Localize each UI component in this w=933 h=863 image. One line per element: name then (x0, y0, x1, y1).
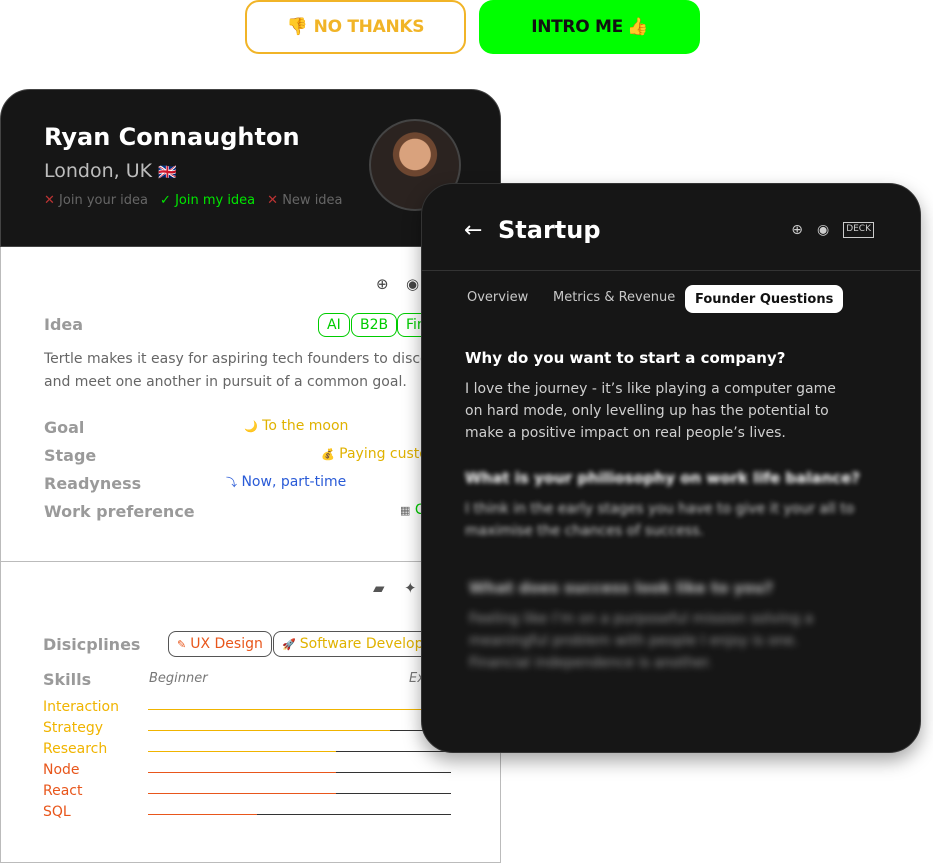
answer-2: I think in the early stages you have to … (465, 501, 855, 539)
no-thanks-button[interactable]: 👎 NO THANKS (245, 0, 466, 54)
discipline-ux-design: ✎ UX Design (168, 631, 272, 657)
no-thanks-label: NO THANKS (313, 17, 425, 37)
rocket-icon: 🚀 (282, 637, 296, 651)
intro-me-label: INTRO ME (531, 17, 623, 37)
cross-icon: ✕ (44, 193, 55, 208)
back-arrow-icon[interactable]: ← (464, 218, 482, 243)
startup-title: Startup (498, 216, 601, 244)
thumbs-up-icon: 👍 (626, 17, 648, 37)
idea-intent-tags: ✕ Join your idea ✓ Join my idea ✕ New id… (44, 193, 343, 208)
answer-3: Feeling like I’m on a purposeful mission… (469, 611, 814, 671)
twitter-icon[interactable]: ✦ (404, 579, 417, 597)
tag-new-idea: ✕ New idea (267, 193, 343, 208)
work-preference-label: Work preference (44, 502, 195, 521)
skill-level-fill (148, 793, 336, 794)
tag-join-my-idea: ✓ Join my idea (160, 193, 256, 208)
idea-description: Tertle makes it easy for aspiring tech f… (44, 351, 437, 390)
tab-founder-questions[interactable]: Founder Questions (685, 285, 844, 313)
tab-metrics-revenue[interactable]: Metrics & Revenue (553, 290, 675, 305)
skill-level-fill (148, 772, 336, 773)
stage-label: Stage (44, 446, 97, 465)
skill-bar-sql (148, 814, 451, 815)
intro-me-button[interactable]: INTRO ME 👍 (479, 0, 700, 54)
disciplines-label: Disicplines (43, 635, 141, 654)
profile-location: London, UK 🇬🇧 (44, 160, 177, 182)
uk-flag-icon: 🇬🇧 (158, 163, 177, 181)
github-icon[interactable]: ◉ (406, 275, 419, 293)
check-icon: ✓ (160, 193, 171, 208)
briefcase-icon[interactable]: ▰ (373, 579, 385, 597)
skill-name-strategy: Strategy (43, 720, 103, 736)
skill-name-react: React (43, 783, 83, 799)
readyness-label: Readyness (44, 474, 142, 493)
idea-tag-ai: AI (318, 313, 350, 337)
cross-icon: ✕ (267, 193, 279, 208)
github-icon[interactable]: ◉ (817, 222, 829, 238)
question-3: What does success look like to you? (469, 579, 774, 597)
tab-overview[interactable]: Overview (467, 290, 528, 305)
skill-name-node: Node (43, 762, 80, 778)
skill-bar-node (148, 772, 451, 773)
pencil-icon: ✎ (177, 637, 187, 651)
profile-name: Ryan Connaughton (44, 123, 300, 151)
skill-level-fill (148, 814, 258, 815)
skills-scale-min: Beginner (149, 671, 208, 686)
skill-level-fill (148, 709, 421, 710)
tag-join-your-idea: ✕ Join your idea (44, 193, 149, 208)
idea-label: Idea (44, 315, 84, 334)
skill-level-fill (148, 730, 391, 731)
question-1: Why do you want to start a company? (465, 349, 786, 367)
moon-icon: 🌙 (244, 420, 258, 433)
skill-name-research: Research (43, 741, 108, 757)
money-bag-icon: 💰 (321, 448, 335, 461)
startup-links: ⊕ ◉ DECK (791, 222, 874, 238)
deck-icon[interactable]: DECK (843, 222, 874, 238)
thumbs-down-icon: 👎 (286, 17, 308, 37)
startup-panel: ← Startup ⊕ ◉ DECK Overview Metrics & Re… (421, 183, 921, 753)
header-divider (422, 270, 920, 271)
globe-icon[interactable]: ⊕ (376, 275, 389, 293)
globe-icon[interactable]: ⊕ (791, 222, 803, 238)
question-2: What is your philiosophy on work life ba… (465, 469, 860, 487)
office-icon: ▦ (400, 504, 411, 517)
location-text: London, UK (44, 160, 153, 182)
goal-value: 🌙 To the moon (244, 418, 349, 434)
skill-level-fill (148, 751, 336, 752)
skill-bar-strategy (148, 730, 451, 731)
skill-name-sql: SQL (43, 804, 71, 820)
skill-bar-research (148, 751, 451, 752)
readyness-value: ⤵ Now, part-time (226, 474, 347, 490)
answer-1: I love the journey - it’s like playing a… (465, 381, 836, 441)
skill-bar-react (148, 793, 451, 794)
skill-name-interaction: Interaction (43, 699, 119, 715)
stage-value: 💰 Paying custo (321, 446, 428, 462)
goal-label: Goal (44, 418, 85, 437)
skill-bar-interaction (148, 709, 451, 710)
skills-label: Skills (43, 670, 92, 689)
arrow-icon: ⤵ (226, 476, 237, 489)
idea-tag-b2b: B2B (351, 313, 398, 337)
